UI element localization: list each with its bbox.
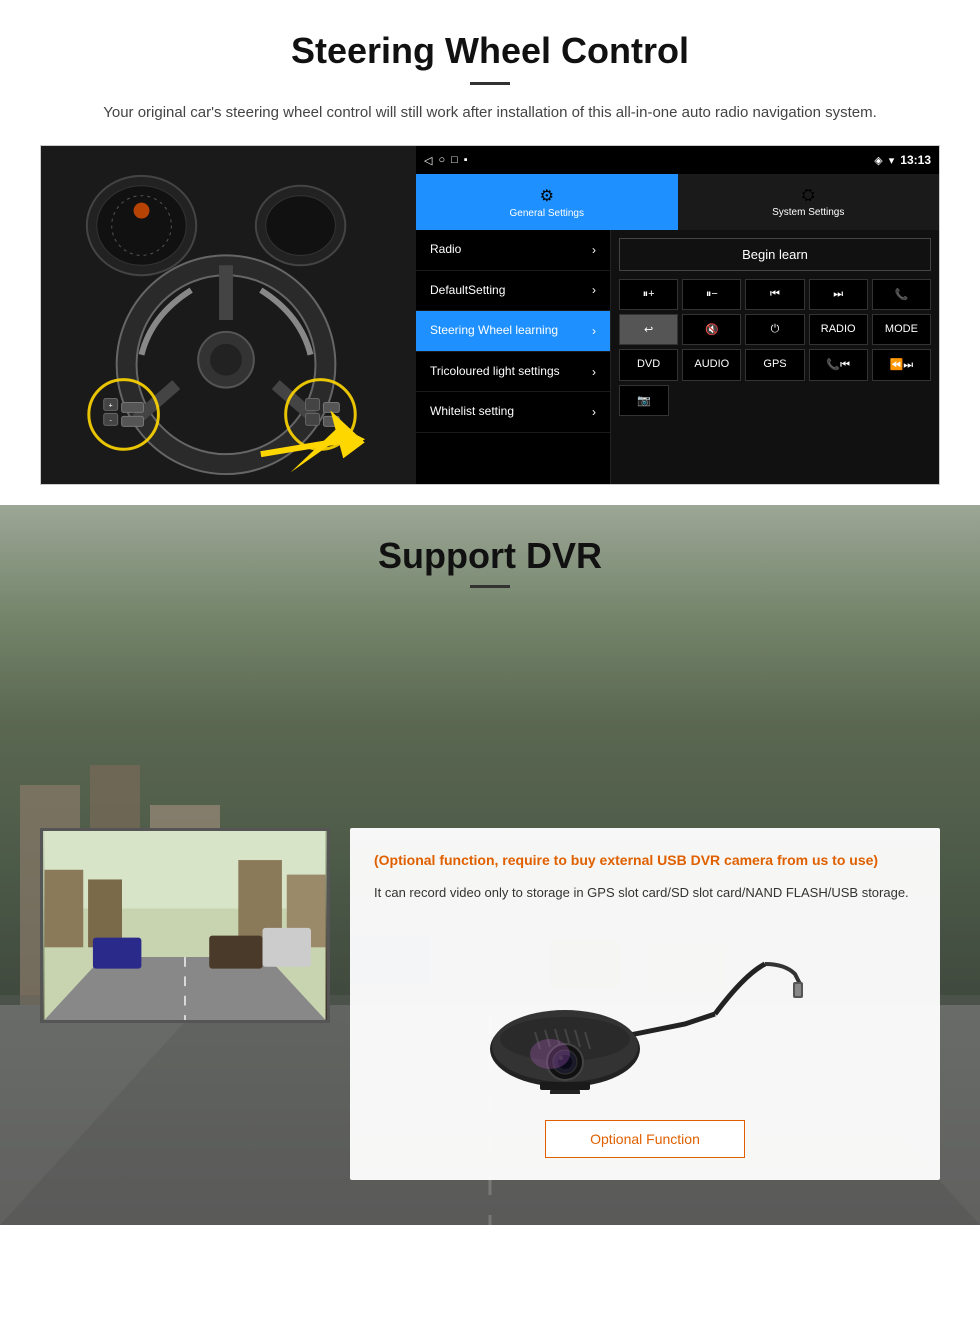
menu-arrow-default: › xyxy=(592,283,596,297)
vol-plus-btn[interactable]: ⏸+ xyxy=(619,279,678,310)
steering-ui-container: + - ◁ xyxy=(40,145,940,485)
steering-controls-panel: Begin learn ⏸+ ⏸− ⏮ ⏭ 📞 ↩ 🔇 ⏻ xyxy=(611,230,939,484)
radio-btn[interactable]: RADIO xyxy=(809,314,868,345)
dvr-title-divider xyxy=(470,585,510,588)
tab-system-settings[interactable]: ⛭ System Settings xyxy=(678,174,940,230)
menu-radio-label: Radio xyxy=(430,242,461,258)
status-time: 13:13 xyxy=(900,153,931,167)
menu-radio[interactable]: Radio › xyxy=(416,230,610,271)
menu-arrow-steering: › xyxy=(592,324,596,338)
mode-btn[interactable]: MODE xyxy=(872,314,931,345)
nav-home-icon: ○ xyxy=(438,154,445,166)
dvr-section: Support DVR xyxy=(0,505,980,1225)
nav-extra-icon: ▪ xyxy=(464,154,468,166)
menu-arrow-whitelist: › xyxy=(592,405,596,419)
menu-tricoloured[interactable]: Tricoloured light settings › xyxy=(416,352,610,393)
optional-function-button[interactable]: Optional Function xyxy=(545,1120,745,1158)
prev-track-btn[interactable]: ⏮ xyxy=(745,279,804,310)
dvr-title-area: Support DVR xyxy=(40,535,940,588)
settings-menu: Radio › DefaultSetting › Steering Wheel … xyxy=(416,230,611,484)
location-icon: ◈ xyxy=(874,154,882,167)
menu-default-setting[interactable]: DefaultSetting › xyxy=(416,271,610,312)
hang-up-btn[interactable]: ↩ xyxy=(619,314,678,345)
dvr-description: It can record video only to storage in G… xyxy=(374,883,916,904)
dvr-camera-illustration xyxy=(374,924,916,1104)
dvr-info-card: (Optional function, require to buy exter… xyxy=(350,828,940,1180)
control-row-2: ↩ 🔇 ⏻ RADIO MODE xyxy=(619,314,931,345)
next-track-btn[interactable]: ⏭ xyxy=(809,279,868,310)
vol-minus-btn[interactable]: ⏸− xyxy=(682,279,741,310)
dvr-title: Support DVR xyxy=(40,535,940,577)
menu-whitelist[interactable]: Whitelist setting › xyxy=(416,392,610,433)
control-row-1: ⏸+ ⏸− ⏮ ⏭ 📞 xyxy=(619,279,931,310)
android-content: Radio › DefaultSetting › Steering Wheel … xyxy=(416,230,939,484)
steering-wheel-image: + - xyxy=(41,146,416,484)
menu-steering-wheel[interactable]: Steering Wheel learning › xyxy=(416,311,610,352)
begin-learn-button[interactable]: Begin learn xyxy=(619,238,931,271)
call-prev-btn[interactable]: 📞⏮ xyxy=(809,349,868,381)
svg-text:-: - xyxy=(110,417,112,424)
tab-general-settings[interactable]: ⚙ General Settings xyxy=(416,174,678,230)
status-bar: ◁ ○ □ ▪ ◈ ▾ 13:13 xyxy=(416,146,939,174)
camera-btn[interactable]: 📷 xyxy=(619,385,669,416)
steering-section: Steering Wheel Control Your original car… xyxy=(0,0,980,505)
steering-subtitle: Your original car's steering wheel contr… xyxy=(90,101,890,125)
android-interface: ◁ ○ □ ▪ ◈ ▾ 13:13 ⚙ General Settings ⛭ S… xyxy=(416,146,939,484)
tab-general-label: General Settings xyxy=(510,208,585,219)
menu-default-label: DefaultSetting xyxy=(430,283,505,299)
menu-arrow-tricoloured: › xyxy=(592,365,596,379)
android-tabs: ⚙ General Settings ⛭ System Settings xyxy=(416,174,939,230)
dvr-lower-section: (Optional function, require to buy exter… xyxy=(40,828,940,1180)
general-settings-icon: ⚙ xyxy=(540,186,554,206)
menu-arrow-radio: › xyxy=(592,243,596,257)
control-row-4: 📷 xyxy=(619,385,931,416)
dvr-camera-thumbnail xyxy=(40,828,330,1023)
dvd-btn[interactable]: DVD xyxy=(619,349,678,381)
prev-next-btn[interactable]: ⏪⏭ xyxy=(872,349,931,381)
nav-recent-icon: □ xyxy=(451,154,458,166)
audio-btn[interactable]: AUDIO xyxy=(682,349,741,381)
nav-back-icon: ◁ xyxy=(424,154,432,167)
menu-whitelist-label: Whitelist setting xyxy=(430,404,514,420)
call-btn[interactable]: 📞 xyxy=(872,279,931,310)
tab-system-label: System Settings xyxy=(772,207,844,218)
gps-btn[interactable]: GPS xyxy=(745,349,804,381)
menu-tricoloured-label: Tricoloured light settings xyxy=(430,364,560,380)
mute-btn[interactable]: 🔇 xyxy=(682,314,741,345)
wifi-icon: ▾ xyxy=(889,154,895,167)
control-row-3: DVD AUDIO GPS 📞⏮ ⏪⏭ xyxy=(619,349,931,381)
system-settings-icon: ⛭ xyxy=(802,187,815,205)
main-title: Steering Wheel Control xyxy=(40,30,940,72)
menu-steering-label: Steering Wheel learning xyxy=(430,323,558,339)
dvr-content: Support DVR xyxy=(0,505,980,1200)
power-btn[interactable]: ⏻ xyxy=(745,314,804,345)
title-divider xyxy=(470,82,510,85)
svg-text:+: + xyxy=(109,402,113,409)
dvr-optional-notice: (Optional function, require to buy exter… xyxy=(374,850,916,871)
learn-area: Begin learn xyxy=(619,238,931,271)
